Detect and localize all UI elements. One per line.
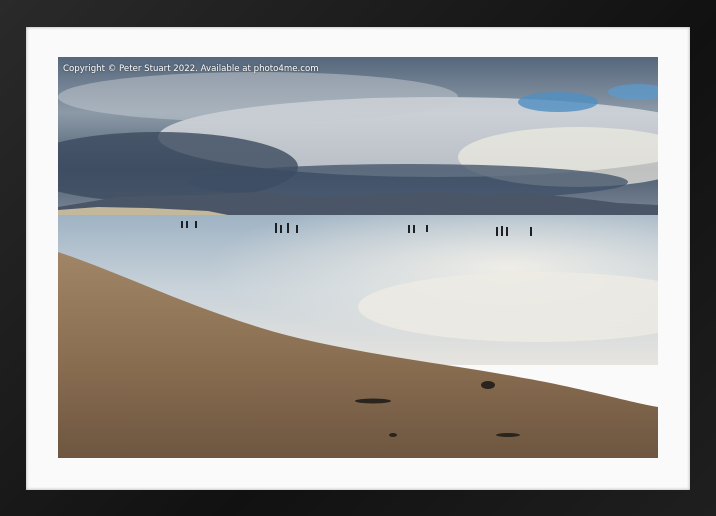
blue-sky-patch: [518, 92, 598, 112]
copyright-watermark: Copyright © Peter Stuart 2022. Available…: [63, 64, 319, 74]
beach-scene: [58, 57, 658, 458]
beach-photo: Copyright © Peter Stuart 2022. Available…: [58, 57, 658, 458]
cloud-upper: [58, 72, 458, 122]
